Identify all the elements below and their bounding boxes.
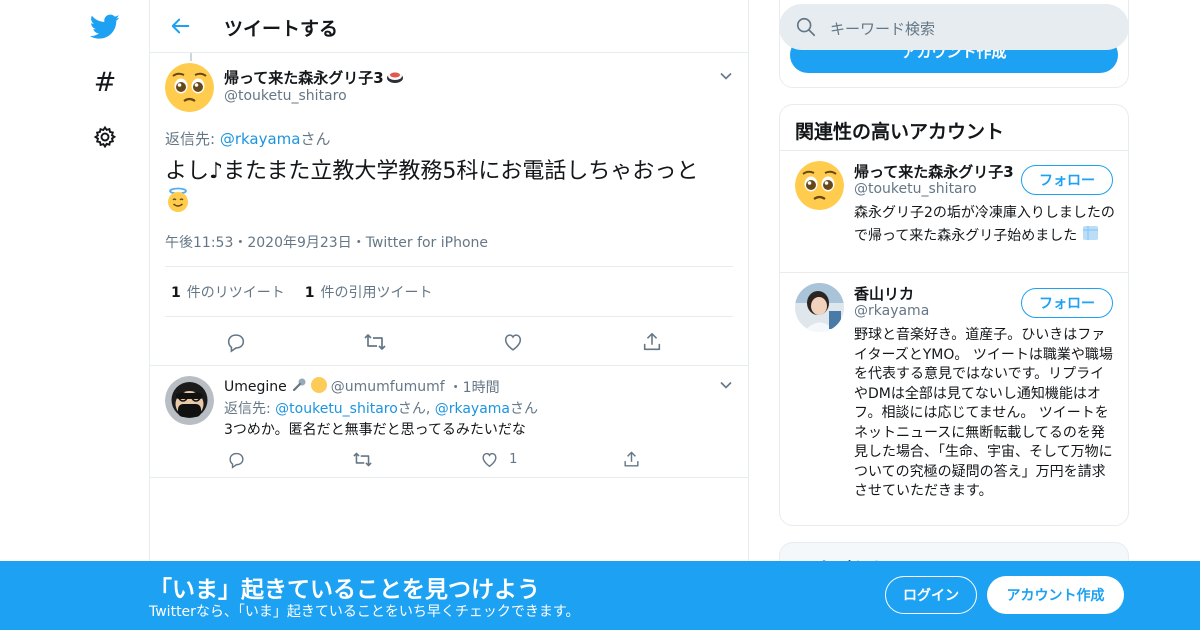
avatar[interactable] (165, 63, 214, 112)
retweet-count: 1 (171, 285, 181, 301)
reply-author-name[interactable]: Umegine (224, 379, 287, 395)
reply-to-separator: さん, (397, 401, 435, 417)
tweet-actions (224, 330, 664, 354)
avatar[interactable] (795, 283, 844, 332)
reply-icon[interactable] (224, 447, 248, 471)
search-box[interactable]: キーワード検索 (779, 4, 1129, 50)
account-bio-text: 森永グリ子2の垢が冷凍庫入りしましたので帰って来た森永グリ子始めました (854, 205, 1115, 244)
bottom-signup-bar: 「いま」起きていることを見つけよう Twitterなら、「いま」起きていることを… (0, 561, 1200, 630)
reply-to-link[interactable]: @rkayama (220, 130, 301, 148)
login-button[interactable]: ログイン (885, 576, 977, 614)
signup-button[interactable]: アカウント作成 (987, 576, 1124, 614)
retweet-label: 件のリツイート (186, 285, 285, 301)
tweet-author-name[interactable]: 帰って来た森永グリ子3 (224, 67, 404, 88)
chevron-down-icon[interactable] (719, 377, 733, 391)
account-handle[interactable]: @rkayama (854, 303, 929, 319)
quote-stat[interactable]: 1 件の引用ツイート (305, 282, 433, 302)
reply-author-handle[interactable]: @umumfumumf (331, 379, 445, 395)
reply-actions: 1 (224, 447, 644, 471)
search-input[interactable]: キーワード検索 (830, 18, 935, 39)
gear-icon[interactable] (90, 122, 120, 152)
divider (150, 477, 748, 478)
hashtag-icon[interactable]: # (90, 67, 120, 98)
tweet-author-name-text: 帰って来た森永グリ子3 (224, 69, 384, 87)
divider (150, 365, 748, 366)
reply-to-suffix: さん (300, 130, 331, 148)
microphone-emoji (291, 377, 307, 397)
quote-label: 件の引用ツイート (320, 285, 433, 301)
follow-button[interactable]: フォロー (1021, 165, 1113, 195)
like-group[interactable]: 1 (477, 447, 517, 471)
retweet-stat[interactable]: 1 件のリツイート (171, 282, 285, 302)
reply-to-link[interactable]: @touketu_shitaro (275, 401, 398, 417)
reply-to-suffix: さん (510, 401, 539, 417)
like-icon[interactable] (477, 447, 501, 471)
share-icon[interactable] (620, 447, 644, 471)
twitter-bird-icon[interactable] (90, 12, 120, 42)
reply-icon[interactable] (224, 330, 248, 354)
angel-emoji (165, 187, 191, 222)
sushi-emoji (386, 68, 404, 88)
ice-emoji (1082, 224, 1099, 248)
divider (780, 150, 1128, 151)
account-name[interactable]: 香山リカ (854, 283, 1014, 304)
search-icon (795, 16, 817, 42)
reply-to-prefix: 返信先: (224, 401, 276, 417)
reply-to-line: 返信先: @rkayamaさん (165, 128, 331, 149)
divider (165, 266, 733, 267)
tweet-timestamp[interactable]: 午後11:53・2020年9月23日・Twitter for iPhone (165, 232, 488, 252)
divider (780, 272, 1128, 273)
related-accounts-title: 関連性の高いアカウント (795, 121, 1005, 143)
retweet-icon[interactable] (351, 447, 375, 471)
avatar[interactable] (795, 161, 844, 210)
thread-line (190, 53, 192, 61)
account-bio: 野球と音楽好き。道産子。ひいきはファイターズとYMO。 ツイートは職業や職場を代… (854, 327, 1113, 499)
reply-to-prefix: 返信先: (165, 130, 220, 148)
related-accounts-card: 関連性の高いアカウント 帰って来た森永グリ子3 @touketu_shitaro… (779, 104, 1129, 526)
reply-timestamp[interactable]: ・1時間 (449, 377, 500, 397)
reply-text: 3つめか。匿名だと無事だと思ってるみたいだな (224, 422, 526, 438)
back-arrow-icon[interactable] (169, 14, 193, 38)
account-name[interactable]: 帰って来た森永グリ子3 (854, 161, 1014, 182)
reply-to-line: 返信先: @touketu_shitaroさん, @rkayamaさん (224, 398, 538, 418)
like-icon[interactable] (501, 330, 525, 354)
main-column: ツイートする 帰って来た森永グリ子3 @touketu_shitaro 返信先:… (149, 0, 749, 630)
divider (165, 316, 733, 317)
reply-to-link[interactable]: @rkayama (435, 401, 510, 417)
follow-button[interactable]: フォロー (1021, 288, 1113, 318)
page-title: ツイートする (224, 18, 339, 40)
tweet-text: よし♪またまた立教大学教務5科にお電話しちゃおっと (165, 157, 740, 222)
tweet-author-handle[interactable]: @touketu_shitaro (224, 88, 347, 104)
yellow-circle-emoji (310, 377, 327, 397)
header: ツイートする (150, 0, 748, 53)
bottom-bar-subtitle: Twitterなら、「いま」起きていることをいち早くチェックできます。 (149, 604, 580, 620)
like-count: 1 (509, 451, 518, 467)
chevron-down-icon[interactable] (719, 68, 733, 82)
bottom-bar-title: 「いま」起きていることを見つけよう (149, 577, 540, 603)
page: # ツイートする 帰って来た森永グリ子3 @touketu_shitaro 返信… (0, 0, 1200, 630)
account-handle[interactable]: @touketu_shitaro (854, 181, 977, 197)
avatar[interactable] (165, 376, 214, 425)
share-icon[interactable] (640, 330, 664, 354)
tweet-text-body: よし♪またまた立教大学教務5科にお電話しちゃおっと (165, 159, 699, 184)
account-bio: 森永グリ子2の垢が冷凍庫入りしましたので帰って来た森永グリ子始めました (854, 204, 1116, 247)
quote-count: 1 (304, 285, 315, 301)
retweet-icon[interactable] (363, 330, 387, 354)
reply-header: Umegine @umumfumumf ・1時間 (224, 377, 500, 397)
tweet-stats: 1 件のリツイート 1 件の引用ツイート (171, 282, 433, 302)
